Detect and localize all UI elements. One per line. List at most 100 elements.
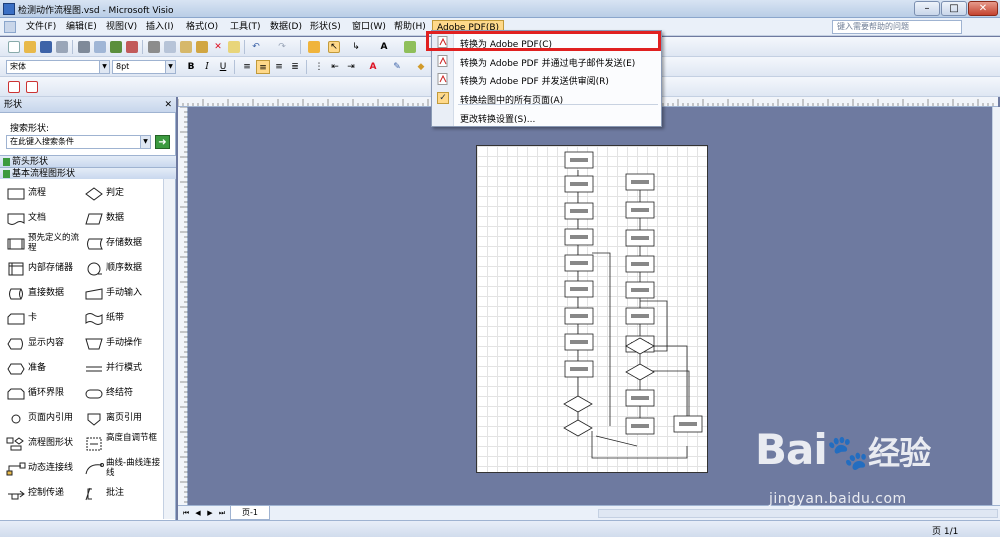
line-color-button[interactable]: ✎ xyxy=(390,60,404,74)
shape-item[interactable]: 手动操作 xyxy=(84,333,164,355)
shape-item[interactable]: 显示内容 xyxy=(6,333,86,355)
shapes-icon[interactable] xyxy=(308,41,320,53)
menu-tools[interactable]: 工具(T) xyxy=(226,20,265,34)
print-icon[interactable] xyxy=(78,41,90,53)
save-icon[interactable] xyxy=(40,41,52,53)
shape-item[interactable]: 数据 xyxy=(84,208,164,230)
undo-icon[interactable]: ↶ xyxy=(250,41,262,53)
menu-insert[interactable]: 插入(I) xyxy=(142,20,178,34)
stencil-arrow-shapes[interactable]: 箭头形状 xyxy=(0,155,176,167)
page-tab[interactable]: 页-1 xyxy=(230,506,270,520)
close-button[interactable]: ✕ xyxy=(968,1,998,16)
last-page-icon[interactable]: ⏭ xyxy=(218,508,226,518)
pdf-convert-icon[interactable] xyxy=(8,81,20,93)
print-preview-icon[interactable] xyxy=(94,41,106,53)
menu-item-change-settings[interactable]: 更改转换设置(S)... xyxy=(432,108,661,126)
shape-item[interactable]: 直接数据 xyxy=(6,283,86,305)
first-page-icon[interactable]: ⏮ xyxy=(182,508,190,518)
text-tool-icon[interactable]: A xyxy=(378,41,390,53)
menu-format[interactable]: 格式(O) xyxy=(182,20,222,34)
justify-button[interactable]: ≣ xyxy=(288,60,302,74)
pdf-email-icon[interactable] xyxy=(26,81,38,93)
format-painter-icon[interactable] xyxy=(196,41,208,53)
redo-icon[interactable]: ↷ xyxy=(276,41,288,53)
unknown-tool-icon[interactable] xyxy=(228,41,240,53)
research-icon[interactable] xyxy=(126,41,138,53)
shape-item[interactable]: 内部存储器 xyxy=(6,258,86,280)
menu-help[interactable]: 帮助(H) xyxy=(390,20,430,34)
panel-scrollbar[interactable] xyxy=(163,179,175,519)
shape-item[interactable]: 流程图形状 xyxy=(6,433,86,455)
prev-page-icon[interactable]: ◀ xyxy=(194,508,202,518)
drawing-tools-icon[interactable] xyxy=(404,41,416,53)
shape-item[interactable]: 文档 xyxy=(6,208,86,230)
copy-icon[interactable] xyxy=(164,41,176,53)
permission-icon[interactable] xyxy=(56,41,68,53)
paste-icon[interactable] xyxy=(180,41,192,53)
menu-file[interactable]: 文件(F) xyxy=(22,20,60,34)
underline-button[interactable]: U xyxy=(216,60,230,74)
shape-item[interactable]: 预先定义的流程 xyxy=(6,233,86,255)
shape-item[interactable]: 离页引用 xyxy=(84,408,164,430)
menu-shapes[interactable]: 形状(S) xyxy=(306,20,345,34)
shape-item[interactable]: 顺序数据 xyxy=(84,258,164,280)
font-size-select[interactable]: 8pt ▼ xyxy=(112,60,176,74)
shape-item[interactable]: 手动输入 xyxy=(84,283,164,305)
next-page-icon[interactable]: ▶ xyxy=(206,508,214,518)
menu-view[interactable]: 视图(V) xyxy=(102,20,141,34)
spelling-icon[interactable] xyxy=(110,41,122,53)
menu-window[interactable]: 窗口(W) xyxy=(348,20,390,34)
pointer-tool-icon[interactable]: ↖ xyxy=(328,41,340,53)
search-go-button[interactable]: ➜ xyxy=(155,135,170,149)
bullets-button[interactable]: ⋮ xyxy=(312,60,326,74)
connector-tool-icon[interactable]: ↳ xyxy=(350,41,362,53)
close-icon[interactable]: ✕ xyxy=(164,97,172,113)
flowchart-decision[interactable] xyxy=(625,363,655,381)
shape-item[interactable]: 控制传递 xyxy=(6,483,86,505)
open-icon[interactable] xyxy=(24,41,36,53)
bold-button[interactable]: B xyxy=(184,60,198,74)
shape-item[interactable]: 动态连接线 xyxy=(6,458,86,480)
cut-icon[interactable] xyxy=(148,41,160,53)
search-input[interactable]: 在此键入搜索条件 ▼ xyxy=(6,135,151,149)
shape-item[interactable]: 循环界限 xyxy=(6,383,86,405)
align-left-button[interactable]: ≡ xyxy=(240,60,254,74)
flowchart-decision[interactable] xyxy=(563,419,593,437)
shape-item[interactable]: 存储数据 xyxy=(84,233,164,255)
increase-indent-button[interactable]: ⇥ xyxy=(344,60,358,74)
drawing-page[interactable] xyxy=(476,145,708,473)
menu-item-convert-review[interactable]: 转换为 Adobe PDF 并发送供审阅(R) xyxy=(432,70,661,88)
align-center-button[interactable]: ≡ xyxy=(256,60,270,74)
shape-item[interactable]: 纸带 xyxy=(84,308,164,330)
fill-color-button[interactable]: ◆ xyxy=(414,60,428,74)
shape-item[interactable]: 流程 xyxy=(6,183,86,205)
flowchart-decision[interactable] xyxy=(563,395,593,413)
italic-button[interactable]: I xyxy=(200,60,214,74)
align-right-button[interactable]: ≡ xyxy=(272,60,286,74)
stencil-basic-flowchart[interactable]: 基本流程图形状 xyxy=(0,167,176,179)
font-color-button[interactable]: A xyxy=(366,60,380,74)
menu-edit[interactable]: 编辑(E) xyxy=(62,20,101,34)
minimize-button[interactable]: – xyxy=(914,1,940,16)
shape-item[interactable]: 高度自调节框 xyxy=(84,433,164,455)
shape-item[interactable]: 卡 xyxy=(6,308,86,330)
delete-icon[interactable]: ✕ xyxy=(212,41,224,53)
decrease-indent-button[interactable]: ⇤ xyxy=(328,60,342,74)
shape-item[interactable]: 终结符 xyxy=(84,383,164,405)
visio-app-icon[interactable] xyxy=(3,3,15,15)
shape-item[interactable]: 批注 xyxy=(84,483,164,505)
shape-item[interactable]: 并行模式 xyxy=(84,358,164,380)
menu-item-convert-email[interactable]: 转换为 Adobe PDF 并通过电子邮件发送(E) xyxy=(432,52,661,70)
font-select[interactable]: 宋体 ▼ xyxy=(6,60,110,74)
shape-item[interactable]: 曲线-曲线连接线 xyxy=(84,458,164,480)
document-icon[interactable] xyxy=(4,21,16,33)
help-search-input[interactable]: 键入需要帮助的问题 xyxy=(832,20,962,34)
vertical-scrollbar[interactable] xyxy=(992,107,1000,505)
shape-item[interactable]: 判定 xyxy=(84,183,164,205)
shape-item[interactable]: 准备 xyxy=(6,358,86,380)
maximize-button[interactable]: □ xyxy=(941,1,967,16)
new-icon[interactable] xyxy=(8,41,20,53)
chevron-down-icon[interactable]: ▼ xyxy=(140,136,150,148)
menu-data[interactable]: 数据(D) xyxy=(266,20,306,34)
shape-item[interactable]: 页面内引用 xyxy=(6,408,86,430)
